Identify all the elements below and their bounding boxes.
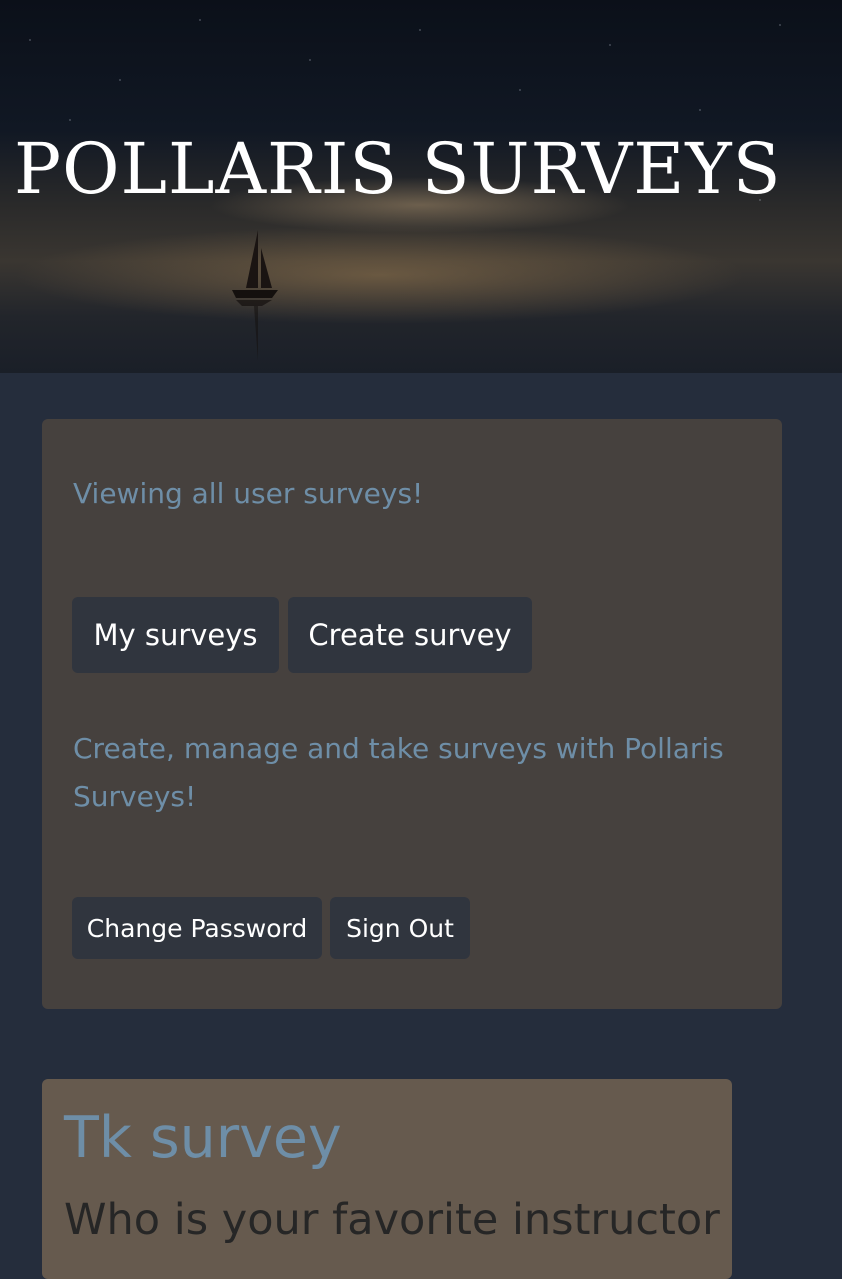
hero-banner: POLLARIS SURVEYS	[0, 0, 842, 373]
change-password-button[interactable]: Change Password	[72, 897, 322, 959]
my-surveys-button[interactable]: My surveys	[72, 597, 279, 673]
create-survey-button[interactable]: Create survey	[288, 597, 532, 673]
account-panel: Viewing all user surveys! My surveys Cre…	[42, 419, 782, 1009]
tagline-text: Create, manage and take surveys with Pol…	[73, 732, 724, 813]
site-title: POLLARIS SURVEYS	[14, 128, 782, 210]
survey-card[interactable]: Tk survey Who is your favorite instructo…	[42, 1079, 732, 1279]
survey-question: Who is your favorite instructor	[64, 1195, 720, 1245]
sign-out-button[interactable]: Sign Out	[330, 897, 470, 959]
survey-title[interactable]: Tk survey	[64, 1105, 342, 1171]
viewing-status-text: Viewing all user surveys!	[73, 477, 424, 510]
sailboat-icon	[232, 230, 278, 361]
